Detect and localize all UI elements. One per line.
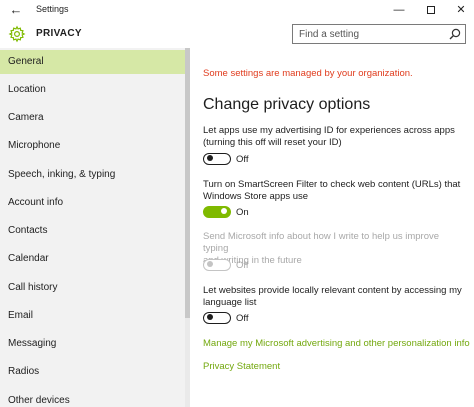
manage-advertising-link[interactable]: Manage my Microsoft advertising and othe… [203,338,470,349]
toggle-knob [207,261,213,268]
toggle-knob [207,155,213,162]
sidebar-item-call-history[interactable]: Call history [0,276,185,300]
scrollbar-thumb[interactable] [185,48,190,318]
back-arrow-icon: ← [9,2,23,17]
sidebar-item-account-info[interactable]: Account info [0,191,185,215]
close-button[interactable]: ✕ [446,0,474,20]
title-bar: ← Settings — ✕ [0,0,474,20]
setting-description-line: Let apps use my advertising ID for exper… [203,125,455,136]
managed-notice: Some settings are managed by your organi… [203,68,413,79]
sidebar: General Location Camera Microphone Speec… [0,48,185,407]
sidebar-item-contacts[interactable]: Contacts [0,219,185,243]
toggle-state-label: Off [236,154,249,165]
minimize-icon: — [393,4,405,16]
sidebar-item-location[interactable]: Location [0,78,185,102]
setting-description-line: Send Microsoft info about how I write to… [203,231,440,254]
sidebar-item-calendar[interactable]: Calendar [0,247,185,271]
section-title: PRIVACY [36,28,82,39]
sidebar-item-speech[interactable]: Speech, inking, & typing [0,163,185,187]
setting-description-line: language list [203,297,257,308]
search-input[interactable] [293,25,443,43]
toggle-state-label: On [236,207,249,218]
smartscreen-toggle[interactable] [203,206,231,218]
maximize-button[interactable] [416,0,446,20]
search-icon[interactable] [449,28,461,40]
toggle-knob [221,208,227,215]
sidebar-item-camera[interactable]: Camera [0,106,185,130]
page-header: PRIVACY [0,20,474,48]
sidebar-scrollbar[interactable] [185,48,190,407]
toggle-state-label: Off [236,313,249,324]
sidebar-item-other-devices[interactable]: Other devices [0,389,185,407]
close-icon: ✕ [456,4,466,16]
search-box[interactable] [292,24,466,44]
setting-description-line: Turn on SmartScreen Filter to check web … [203,179,461,190]
setting-description: Turn on SmartScreen Filter to check web … [203,179,465,203]
window-title: Settings [36,4,69,14]
sidebar-item-general[interactable]: General [0,50,185,74]
back-button[interactable]: ← [6,1,26,19]
language-list-toggle[interactable] [203,312,231,324]
setting-description-line: (turning this off will reset your ID) [203,137,342,148]
toggle-state-label: Off [236,260,249,271]
advertising-id-toggle[interactable] [203,153,231,165]
typing-info-toggle [203,259,231,271]
sidebar-item-email[interactable]: Email [0,304,185,328]
setting-description: Let websites provide locally relevant co… [203,285,465,309]
gear-icon [8,25,26,43]
setting-description: Let apps use my advertising ID for exper… [203,125,465,149]
maximize-icon [427,6,435,15]
sidebar-item-microphone[interactable]: Microphone [0,134,185,158]
minimize-button[interactable]: — [384,0,414,20]
privacy-statement-link[interactable]: Privacy Statement [203,361,280,372]
toggle-knob [207,314,213,321]
page-title: Change privacy options [203,96,371,113]
sidebar-item-radios[interactable]: Radios [0,360,185,384]
setting-description-line: Windows Store apps use [203,191,309,202]
setting-description-line: Let websites provide locally relevant co… [203,285,462,296]
sidebar-item-messaging[interactable]: Messaging [0,332,185,356]
